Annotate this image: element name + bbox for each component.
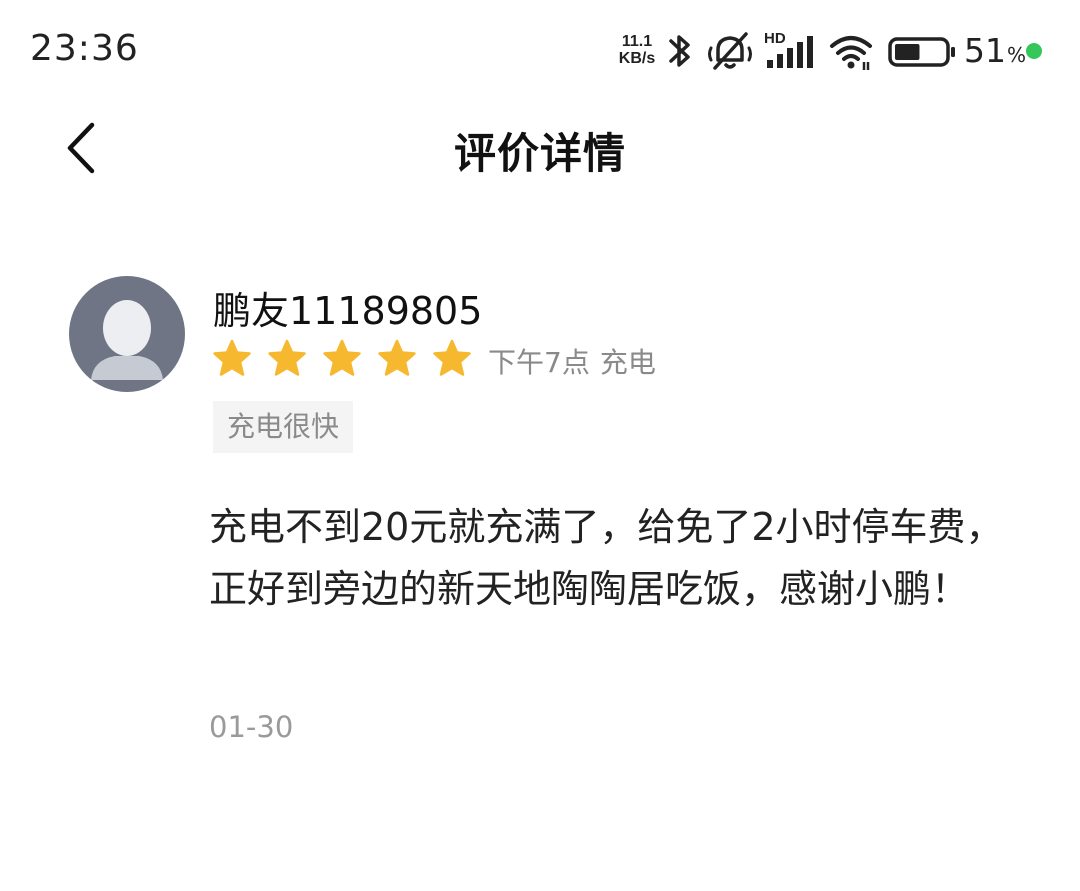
status-time: 23:36 [30,28,139,69]
review-date: 01-30 [209,710,294,744]
cellular-signal-icon: HD [764,28,816,74]
battery-percent-sign: % [1007,43,1027,67]
star-icon [378,339,416,376]
review-text: 充电不到20元就充满了，给免了2小时停车费，正好到旁边的新天地陶陶居吃饭，感谢小… [209,505,1004,611]
review-tag: 充电很快 [213,401,354,453]
avatar[interactable] [69,276,185,392]
service-type: 充电 [599,346,656,379]
charging-time: 下午7点 [488,346,590,379]
network-speed-unit: KB/s [618,50,656,67]
network-speed: 11.1 KB/s [614,33,660,67]
status-bar: 23:36 11.1 KB/s HD 51% [0,0,1080,100]
battery-icon [888,37,955,67]
default-avatar-icon [69,276,185,392]
muted-bell-icon [708,32,752,70]
page-title: 评价详情 [453,129,626,178]
charging-indicator [1026,43,1042,59]
star-rating [212,338,487,378]
network-speed-value: 11.1 [621,33,653,50]
star-icon [433,339,471,376]
username: 鹏友11189805 [213,289,483,333]
battery-percent: 51% [964,31,1026,70]
bluetooth-icon [669,35,690,67]
star-icon [323,339,361,376]
star-icon [268,339,306,376]
review-meta: 下午7点 充电 [488,341,656,381]
battery-percent-value: 51 [964,31,1006,70]
star-icon [213,339,251,376]
wifi-icon [830,36,872,70]
